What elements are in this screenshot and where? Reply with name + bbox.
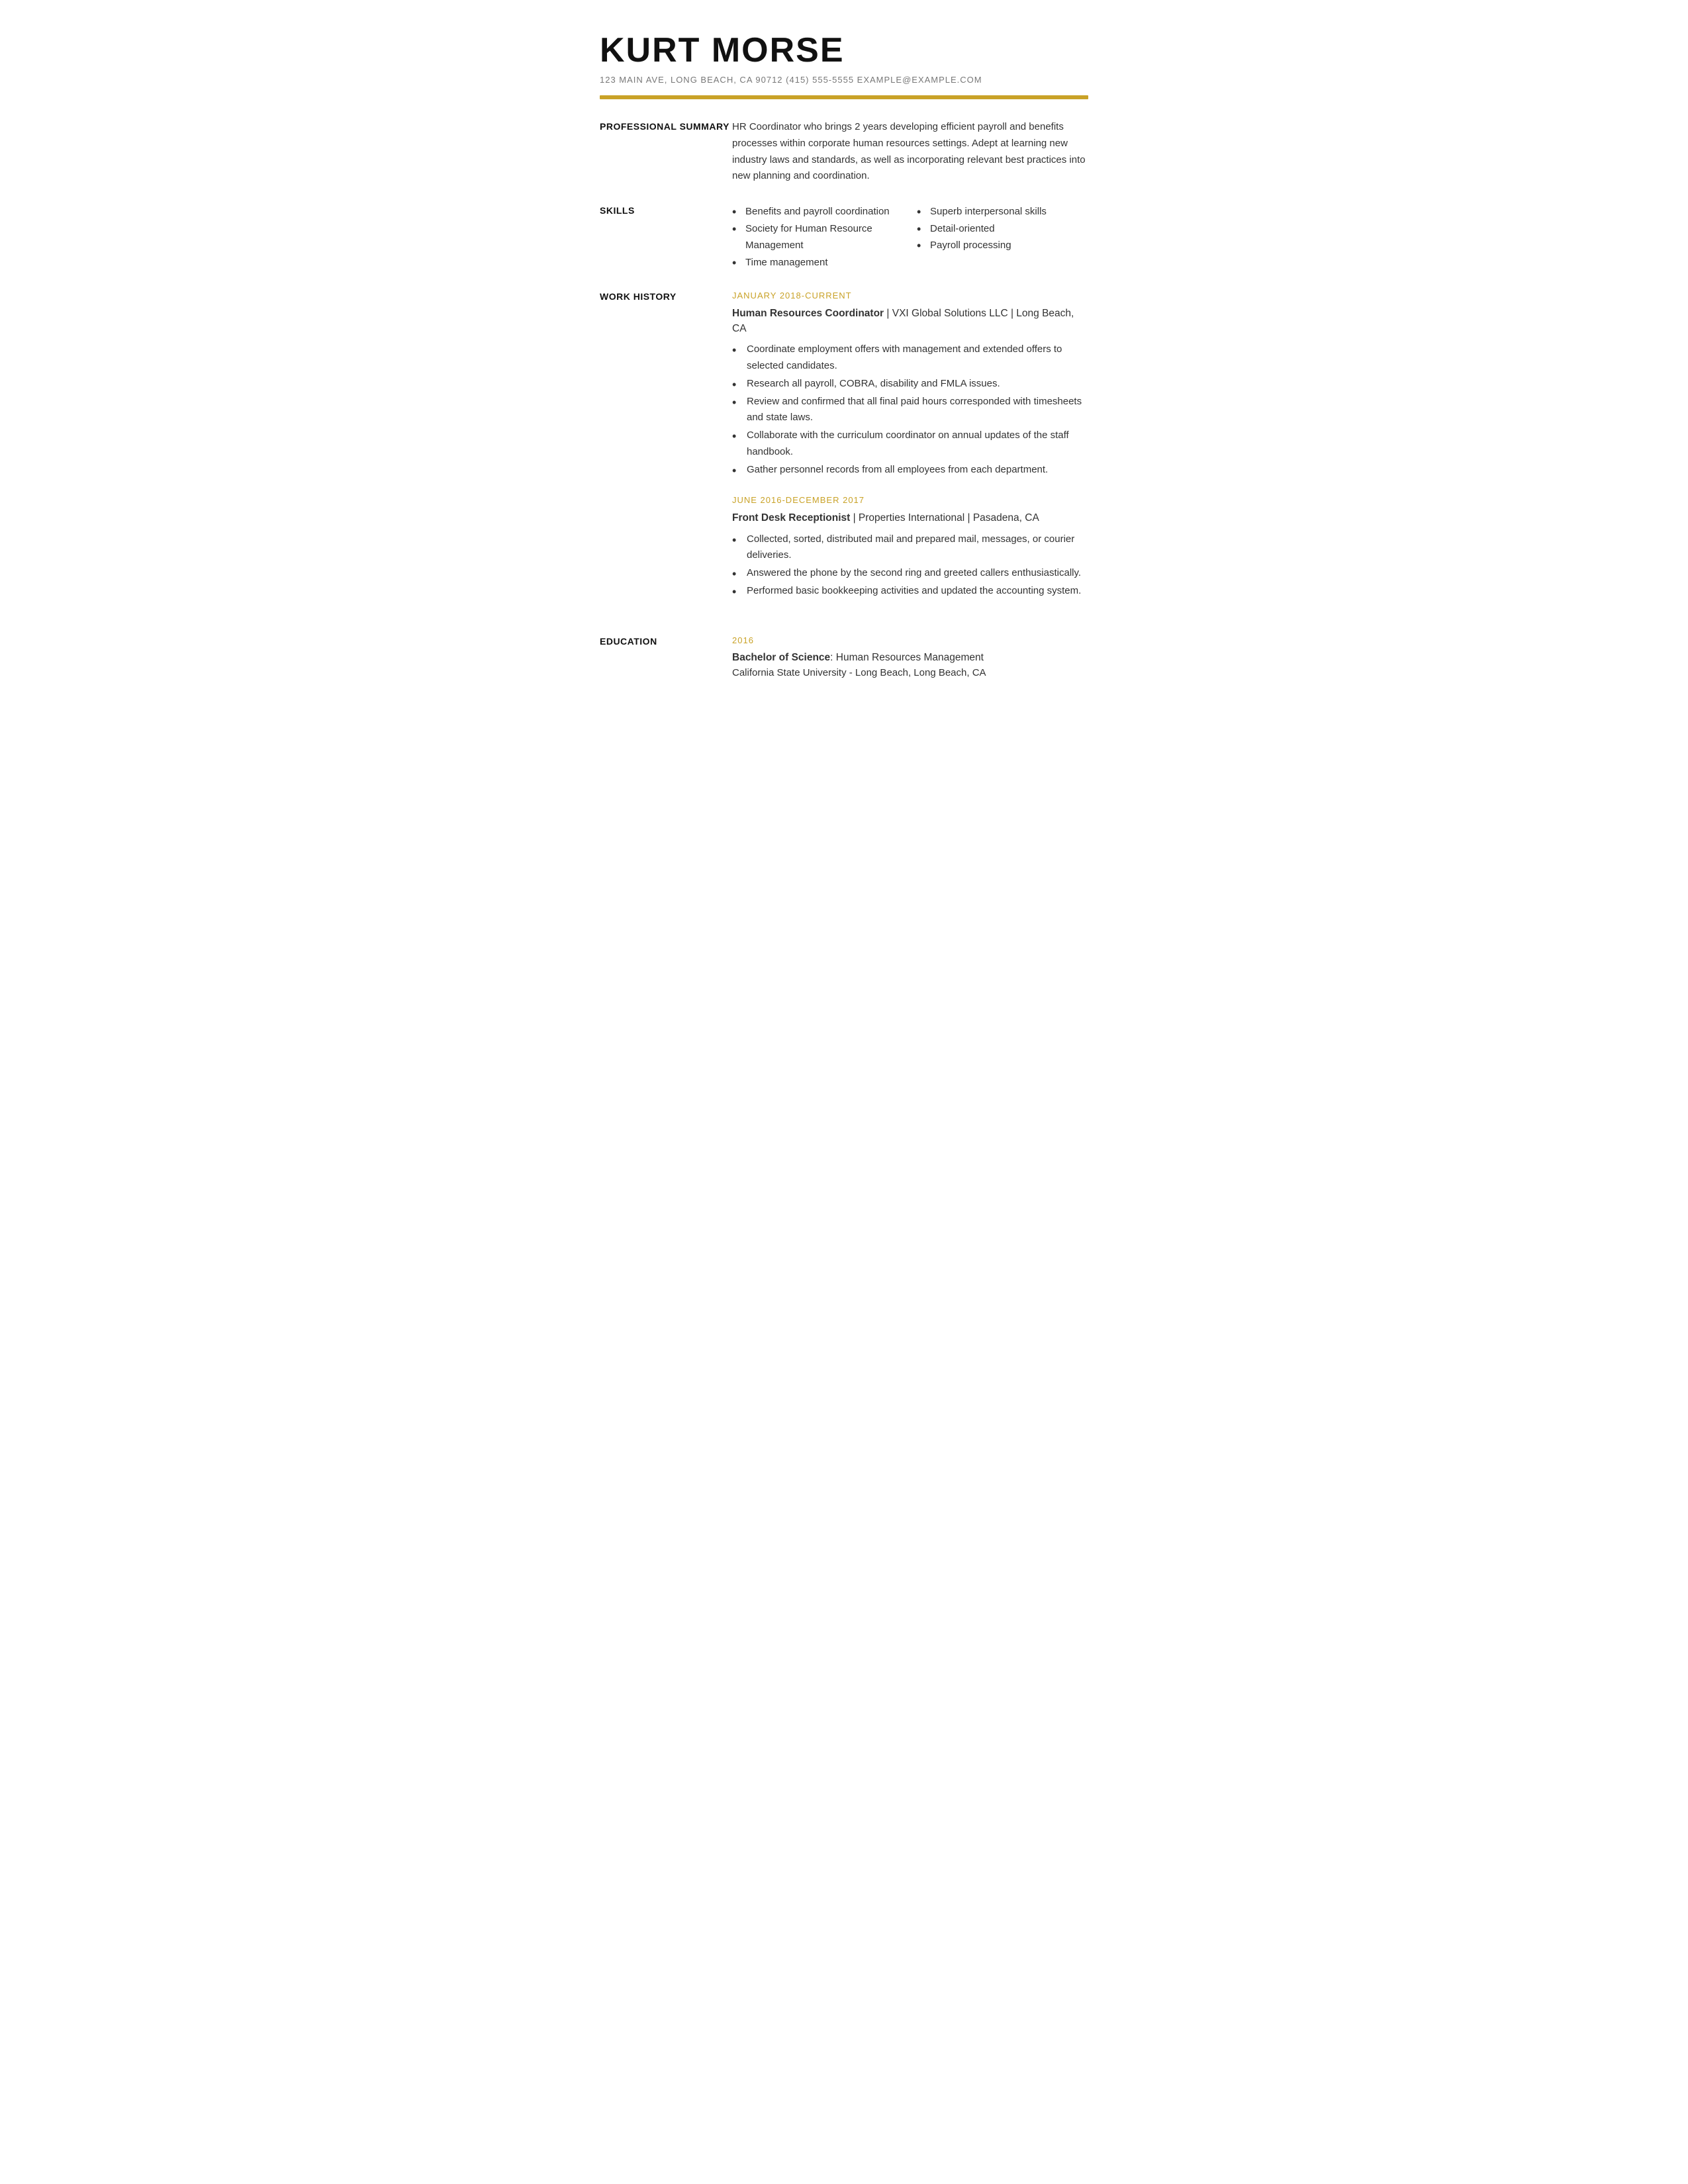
edu-field: : Human Resources Management <box>830 652 984 663</box>
edu-year: 2016 <box>732 634 1088 648</box>
professional-summary-content: HR Coordinator who brings 2 years develo… <box>732 119 1088 185</box>
edu-school: California State University - Long Beach… <box>732 666 1088 681</box>
job-1-title: Human Resources Coordinator <box>732 308 884 319</box>
job-2-title-line: Front Desk Receptionist | Properties Int… <box>732 510 1088 525</box>
job-2-bullets: Collected, sorted, distributed mail and … <box>732 531 1088 600</box>
skill-item: Benefits and payroll coordination <box>732 203 904 220</box>
work-history-section: WORK HISTORY JANUARY 2018-CURRENT Human … <box>600 289 1088 615</box>
candidate-name: KURT MORSE <box>600 32 1088 69</box>
professional-summary-section: PROFESSIONAL SUMMARY HR Coordinator who … <box>600 119 1088 185</box>
skills-label: SKILLS <box>600 203 732 218</box>
bullet-item: Research all payroll, COBRA, disability … <box>732 376 1088 392</box>
resume-header: KURT MORSE 123 MAIN AVE, LONG BEACH, CA … <box>600 32 1088 85</box>
job-entry-2: JUNE 2016-DECEMBER 2017 Front Desk Recep… <box>732 494 1088 599</box>
work-history-label: WORK HISTORY <box>600 289 732 304</box>
job-2-company: | Properties International | Pasadena, C… <box>853 512 1039 523</box>
job-2-date: JUNE 2016-DECEMBER 2017 <box>732 494 1088 508</box>
education-section: EDUCATION 2016 Bachelor of Science: Huma… <box>600 634 1088 681</box>
skills-col-1: Benefits and payroll coordination Societ… <box>732 203 904 271</box>
professional-summary-label: PROFESSIONAL SUMMARY <box>600 119 732 134</box>
skill-item: Payroll processing <box>917 237 1088 254</box>
work-history-content: JANUARY 2018-CURRENT Human Resources Coo… <box>732 289 1088 615</box>
bullet-item: Coordinate employment offers with manage… <box>732 341 1088 375</box>
bullet-item: Review and confirmed that all final paid… <box>732 394 1088 427</box>
skills-grid: Benefits and payroll coordination Societ… <box>732 203 1088 271</box>
bullet-item: Collaborate with the curriculum coordina… <box>732 428 1088 461</box>
bullet-item: Answered the phone by the second ring an… <box>732 565 1088 582</box>
bullet-item: Collected, sorted, distributed mail and … <box>732 531 1088 565</box>
education-content: 2016 Bachelor of Science: Human Resource… <box>732 634 1088 681</box>
skills-col-2: Superb interpersonal skills Detail-orien… <box>917 203 1088 271</box>
contact-info: 123 MAIN AVE, LONG BEACH, CA 90712 (415)… <box>600 75 1088 85</box>
skill-item: Society for Human Resource Management <box>732 220 904 254</box>
bullet-item: Performed basic bookkeeping activities a… <box>732 583 1088 600</box>
job-1-date: JANUARY 2018-CURRENT <box>732 289 1088 303</box>
education-label: EDUCATION <box>600 634 732 649</box>
job-1-bullets: Coordinate employment offers with manage… <box>732 341 1088 478</box>
summary-text: HR Coordinator who brings 2 years develo… <box>732 119 1088 185</box>
skill-item: Superb interpersonal skills <box>917 203 1088 220</box>
edu-degree-title: Bachelor of Science <box>732 652 830 663</box>
job-1-title-line: Human Resources Coordinator | VXI Global… <box>732 306 1088 337</box>
skills-list-1: Benefits and payroll coordination Societ… <box>732 203 904 271</box>
job-entry-1: JANUARY 2018-CURRENT Human Resources Coo… <box>732 289 1088 478</box>
bullet-item: Gather personnel records from all employ… <box>732 462 1088 478</box>
skill-item: Time management <box>732 254 904 271</box>
edu-degree-line: Bachelor of Science: Human Resources Man… <box>732 650 1088 665</box>
skill-item: Detail-oriented <box>917 220 1088 238</box>
skills-content: Benefits and payroll coordination Societ… <box>732 203 1088 271</box>
gold-divider <box>600 95 1088 99</box>
skills-section: SKILLS Benefits and payroll coordination… <box>600 203 1088 271</box>
skills-list-2: Superb interpersonal skills Detail-orien… <box>917 203 1088 254</box>
job-2-title: Front Desk Receptionist <box>732 512 850 523</box>
